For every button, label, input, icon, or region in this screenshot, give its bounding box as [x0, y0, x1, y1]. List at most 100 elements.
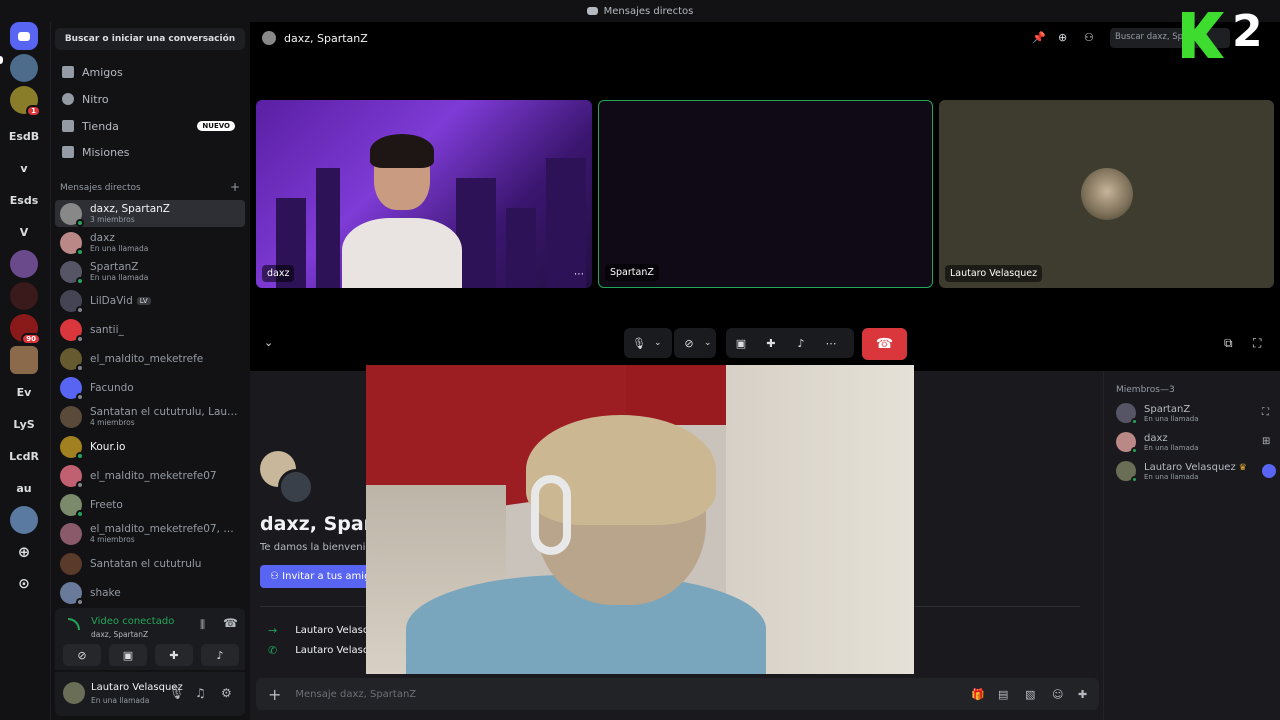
translate-icon[interactable]: ⛶: [1262, 407, 1276, 421]
nav-quests[interactable]: Misiones: [55, 140, 245, 164]
grid-icon[interactable]: ⊞: [1262, 436, 1276, 450]
server-avatar[interactable]: 1: [10, 86, 41, 117]
avatar: [60, 289, 84, 314]
camera-off-icon[interactable]: ⊘: [678, 332, 700, 354]
nav-label: Tienda: [82, 119, 119, 133]
server-avatar[interactable]: [10, 506, 38, 534]
chevron-down-icon[interactable]: ⌄: [704, 338, 712, 348]
server-item[interactable]: V: [10, 218, 38, 246]
discord-icon[interactable]: [1262, 464, 1276, 478]
add-friend-icon[interactable]: ⊕: [1058, 31, 1071, 44]
dm-item[interactable]: shake: [55, 579, 245, 606]
message-input[interactable]: + Mensaje daxz, SpartanZ 🎁 ▤ ▧ ☺ ✚: [256, 678, 1099, 710]
end-call-button[interactable]: ☎: [862, 328, 907, 360]
disconnect-icon[interactable]: ☎: [223, 616, 238, 630]
dm-name: santii_: [90, 323, 124, 336]
screen-share-button[interactable]: ▣: [109, 644, 147, 666]
apps-icon[interactable]: ✚: [1078, 688, 1087, 701]
avatar: [1116, 461, 1138, 483]
mic-icon[interactable]: 🎙: [169, 686, 184, 700]
nav-shop[interactable]: Tienda NUEVO: [55, 114, 245, 138]
more-icon[interactable]: ⋯: [574, 269, 584, 280]
mic-icon[interactable]: 🎙: [628, 332, 650, 354]
avatar: [60, 260, 84, 285]
activities-icon[interactable]: ✚: [760, 332, 782, 354]
gear-icon[interactable]: ⚙: [221, 686, 232, 700]
video-tile[interactable]: Lautaro Velasquez: [939, 100, 1274, 288]
crown-icon: ♛: [1238, 462, 1247, 473]
avatar[interactable]: [63, 682, 85, 704]
dm-section-header: Mensajes directos +: [60, 181, 240, 193]
nav-nitro[interactable]: Nitro: [55, 87, 245, 111]
dm-item[interactable]: daxz En una llamada: [55, 229, 245, 256]
voice-status[interactable]: Video conectado: [91, 616, 174, 627]
member-item[interactable]: Lautaro Velasquez ♛ En una llamada: [1116, 459, 1276, 483]
sticker-icon[interactable]: ▧: [1025, 688, 1035, 701]
server-avatar[interactable]: [10, 346, 38, 374]
server-avatar[interactable]: [10, 282, 38, 310]
add-server-button[interactable]: ⊕: [10, 538, 38, 566]
dm-item[interactable]: el_maldito_meketrefe: [55, 345, 245, 372]
search-conversation-button[interactable]: Buscar o iniciar una conversación: [55, 28, 245, 50]
dm-item[interactable]: santii_: [55, 316, 245, 343]
dm-item[interactable]: daxz, SpartanZ 3 miembros: [55, 200, 245, 227]
gift-icon[interactable]: 🎁: [971, 688, 985, 701]
create-dm-icon[interactable]: +: [230, 181, 240, 193]
hangup-icon: ☎: [875, 336, 894, 352]
chevron-down-icon[interactable]: ⌄: [654, 338, 662, 348]
dm-item[interactable]: Santatan el cututrulu, Lautari...4 miemb…: [55, 403, 245, 430]
activities-button[interactable]: ✚: [155, 644, 193, 666]
server-avatar[interactable]: [10, 250, 38, 278]
popout-icon[interactable]: ⧉: [1224, 336, 1233, 351]
gif-icon[interactable]: ▤: [998, 688, 1008, 701]
chevron-down-icon[interactable]: ⌄: [264, 336, 273, 349]
soundboard-button[interactable]: ♪: [201, 644, 239, 666]
unread-badge: 90: [21, 333, 41, 345]
invite-friends-button[interactable]: ⚇ Invitar a tus amig: [260, 565, 381, 588]
noise-suppression-icon[interactable]: ⫼: [200, 618, 205, 632]
dm-item[interactable]: SpartanZ En una llamada: [55, 258, 245, 285]
dm-item[interactable]: Facundo: [55, 374, 245, 401]
dm-item[interactable]: el_maldito_meketrefe07, Cat... 4 miembros: [55, 520, 245, 547]
member-status: En una llamada: [1144, 472, 1199, 481]
dm-item[interactable]: LilDaVid LV: [55, 287, 245, 314]
camera-toggle-button[interactable]: ⊘: [63, 644, 101, 666]
home-button[interactable]: [10, 22, 38, 50]
pin-icon[interactable]: 📌: [1032, 31, 1046, 44]
plus-icon[interactable]: +: [268, 685, 281, 704]
dm-item[interactable]: Santatan el cututrulu: [55, 550, 245, 577]
group-avatar: [262, 31, 276, 45]
headphones-icon[interactable]: ♫: [195, 686, 206, 700]
avatar: [60, 552, 82, 575]
members-icon[interactable]: ⚇: [1084, 31, 1097, 44]
server-item[interactable]: LcdR: [9, 442, 39, 470]
server-item[interactable]: LyS: [10, 410, 38, 438]
dm-item[interactable]: el_maldito_meketrefe07: [55, 462, 245, 489]
message-placeholder: Mensaje daxz, SpartanZ: [295, 688, 417, 700]
server-item[interactable]: Esds: [10, 186, 38, 214]
dm-name: shake: [90, 586, 121, 599]
discover-button[interactable]: ⊙: [10, 570, 38, 598]
user-panel: Lautaro Velasquez En una llamada 🎙 ♫ ⚙: [55, 672, 245, 716]
dm-item[interactable]: Kour.io: [55, 433, 245, 460]
member-item[interactable]: daxz En una llamada: [1116, 430, 1276, 454]
video-tile[interactable]: SpartanZ: [598, 100, 933, 288]
server-item[interactable]: EsdB: [9, 122, 39, 150]
screen-share-icon[interactable]: ▣: [730, 332, 752, 354]
member-item[interactable]: SpartanZ En una llamada: [1116, 401, 1276, 425]
server-item[interactable]: v: [10, 154, 38, 182]
server-item[interactable]: Ev: [10, 378, 38, 406]
emoji-icon[interactable]: ☺: [1052, 688, 1063, 701]
server-avatar[interactable]: 90: [10, 314, 41, 345]
camera-control: ⊘ ⌄: [674, 328, 716, 358]
dm-item[interactable]: Freeto: [55, 491, 245, 518]
more-icon[interactable]: ⋯: [820, 332, 842, 354]
video-tile[interactable]: daxz ⋯: [256, 100, 592, 288]
nav-friends[interactable]: Amigos: [55, 60, 245, 84]
fullscreen-icon[interactable]: ⛶: [1253, 336, 1261, 351]
server-item[interactable]: au: [10, 474, 38, 502]
dm-name: el_maldito_meketrefe: [90, 352, 204, 365]
soundboard-icon[interactable]: ♪: [790, 332, 812, 354]
dm-name: el_maldito_meketrefe07: [90, 469, 217, 482]
server-avatar[interactable]: [10, 54, 38, 82]
